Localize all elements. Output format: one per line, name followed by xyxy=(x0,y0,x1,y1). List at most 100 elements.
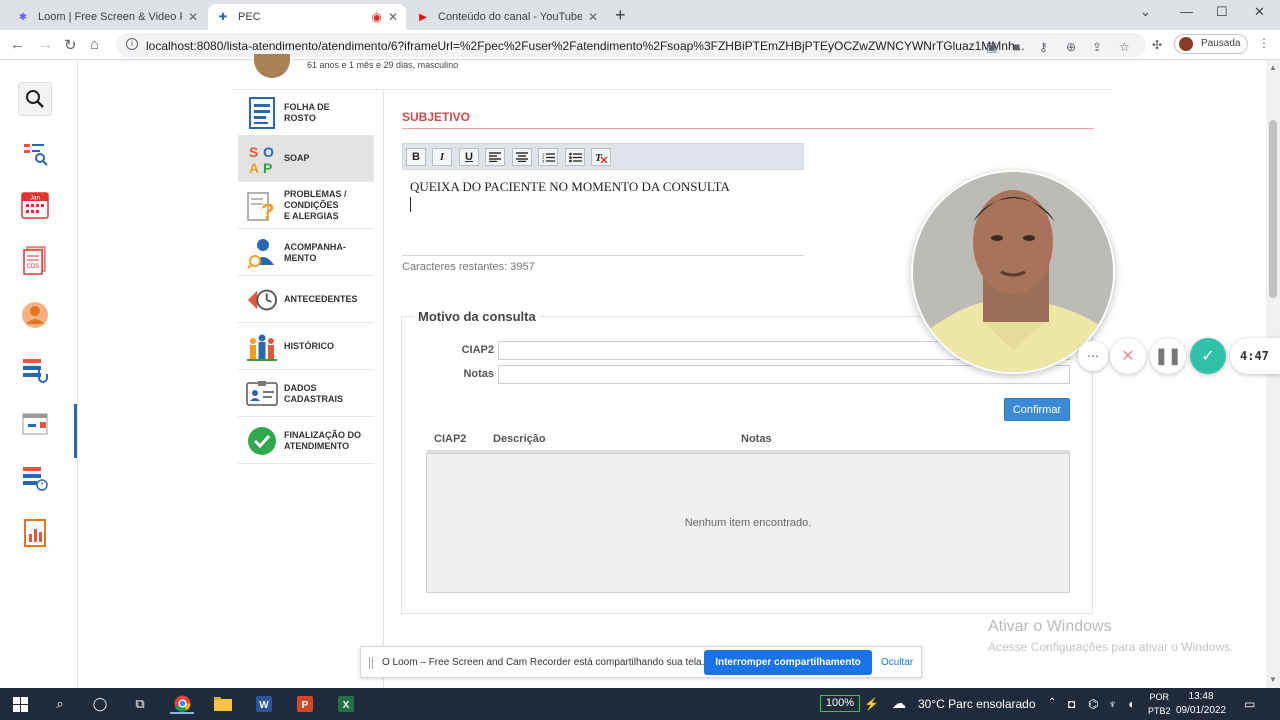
tray-app-icon[interactable]: ◘ xyxy=(1068,697,1075,711)
tab-youtube[interactable]: ▶ Conteúdo do canal - YouTube Stu ✕ xyxy=(408,4,606,30)
soap-letter-s: S xyxy=(249,144,258,160)
svg-text:?: ? xyxy=(261,199,274,222)
schedule-icon[interactable] xyxy=(18,408,52,442)
network-icon[interactable]: ⌬ xyxy=(1088,697,1098,711)
loom-cancel-icon[interactable]: ✕ xyxy=(1110,338,1146,374)
share-icon[interactable]: ⇪ xyxy=(1092,40,1102,54)
menu-soap[interactable]: S O A P SOAP xyxy=(238,136,374,182)
file-explorer-icon[interactable] xyxy=(211,694,235,714)
bold-button[interactable]: B xyxy=(406,148,426,166)
patient-avatar xyxy=(254,54,290,78)
timeline-icon[interactable] xyxy=(18,462,52,496)
close-icon[interactable]: ✕ xyxy=(588,10,598,24)
menu-finalizacao[interactable]: FINALIZAÇÃO DO ATENDIMENTO xyxy=(238,418,374,464)
loom-more-icon[interactable]: ⋯ xyxy=(1078,341,1108,371)
task-view-icon[interactable]: ⧉ xyxy=(128,694,152,714)
chrome-icon[interactable] xyxy=(170,694,194,714)
back-icon[interactable]: ← xyxy=(10,36,25,53)
drag-handle-icon[interactable] xyxy=(369,657,373,669)
word-icon[interactable]: W xyxy=(252,694,276,714)
align-center-icon[interactable] xyxy=(512,148,532,166)
reload-icon[interactable]: ↻ xyxy=(64,36,77,54)
soap-letter-p: P xyxy=(263,160,272,175)
home-icon[interactable]: ⌂ xyxy=(90,36,99,53)
menu-folha-de-rosto[interactable]: FOLHA DE ROSTO xyxy=(238,90,374,136)
weather-text[interactable]: 30°C Parc ensolarado xyxy=(918,697,1036,711)
tab-pec[interactable]: ✚ PEC ◉ ✕ xyxy=(208,4,406,30)
notas-label: Notas xyxy=(463,368,494,380)
language-indicator[interactable]: POR PTB2 xyxy=(1148,690,1171,718)
menu-icon[interactable]: ⋮ xyxy=(1258,36,1270,50)
tab-loom[interactable]: ✱ Loom | Free Screen & Video Reco ✕ xyxy=(8,4,206,30)
subjetivo-editor[interactable]: QUEIXA DO PACIENTE NO MOMENTO DA CONSULT… xyxy=(402,170,804,256)
tray-overflow-icon[interactable]: ⌃ xyxy=(1048,697,1056,708)
user-icon[interactable] xyxy=(18,298,52,332)
zoom-icon[interactable]: ⊕ xyxy=(1066,40,1076,54)
tab-title: Conteúdo do canal - YouTube Stu xyxy=(438,11,582,23)
loom-finish-icon[interactable]: ✓ xyxy=(1190,338,1226,374)
calendar-month-text: Jan xyxy=(30,196,40,202)
column-ciap2[interactable]: CIAP2 xyxy=(434,433,466,445)
notification-icon[interactable]: ▭ xyxy=(1244,697,1255,711)
search-icon[interactable]: ⌕ xyxy=(48,694,72,714)
cds-icon[interactable]: CDS xyxy=(18,244,52,278)
page-scrollbar[interactable]: ▲ ▼ xyxy=(1266,60,1280,688)
volume-icon[interactable]: ◖ xyxy=(1127,697,1134,711)
minimize-icon[interactable]: — xyxy=(1180,4,1193,19)
system-clock[interactable]: 13:48 09/01/2022 xyxy=(1176,690,1226,718)
bookmark-star-icon[interactable]: ☆ xyxy=(1119,40,1130,54)
column-notas[interactable]: Notas xyxy=(741,433,772,445)
menu-dados-cadastrais[interactable]: DADOS CADASTRAIS xyxy=(238,371,374,417)
tab-search-icon[interactable]: ⌄ xyxy=(1140,4,1151,20)
menu-historico[interactable]: HISTÓRICO xyxy=(238,324,374,370)
forward-icon[interactable]: → xyxy=(38,36,53,53)
key-icon[interactable]: ⚷ xyxy=(1039,40,1048,54)
scroll-down-icon[interactable]: ▼ xyxy=(1269,675,1277,684)
question-doc-icon: ? xyxy=(246,190,278,222)
info-icon[interactable]: i xyxy=(126,38,138,50)
patient-header: 61 anos e 1 mês e 29 dias, masculino xyxy=(232,54,1112,90)
menu-label: SOAP xyxy=(284,153,310,163)
scroll-thumb[interactable] xyxy=(1269,120,1277,298)
close-icon[interactable]: ✕ xyxy=(188,10,198,24)
document-icon xyxy=(246,96,278,129)
menu-problemas[interactable]: ? PROBLEMAS / CONDIÇÕES E ALERGIAS xyxy=(238,183,374,229)
stop-sharing-button[interactable]: Interromper compartilhamento xyxy=(704,650,872,675)
battery-indicator[interactable]: 100% xyxy=(820,695,860,712)
close-window-icon[interactable]: ✕ xyxy=(1254,4,1265,20)
table-body: Nenhum item encontrado. xyxy=(426,453,1070,593)
column-descricao[interactable]: Descrição xyxy=(493,433,546,445)
hide-button[interactable]: Ocultar xyxy=(881,657,913,668)
new-tab-icon[interactable]: + xyxy=(615,5,626,26)
italic-button[interactable]: I xyxy=(432,148,452,166)
menu-acompanhamento[interactable]: ACOMPANHA- MENTO xyxy=(238,230,374,276)
cast-icon[interactable]: ▣ xyxy=(986,40,997,54)
unordered-list-icon[interactable] xyxy=(565,148,585,166)
excel-icon[interactable]: X xyxy=(334,694,358,714)
loom-pause-icon[interactable]: ❚❚ xyxy=(1150,338,1186,374)
maximize-icon[interactable]: ☐ xyxy=(1216,4,1228,20)
extensions-icon[interactable]: ✣ xyxy=(1152,38,1162,52)
calendar-icon[interactable]: Jan xyxy=(18,188,52,222)
align-left-icon[interactable] xyxy=(485,148,505,166)
cortana-icon[interactable]: ◯ xyxy=(88,694,112,714)
close-icon[interactable]: ✕ xyxy=(388,10,398,24)
camera-icon[interactable]: ■ xyxy=(1013,40,1020,54)
underline-button[interactable]: U xyxy=(459,148,479,166)
profile-button[interactable]: Pausada xyxy=(1174,34,1248,54)
menu-antecedentes[interactable]: ANTECEDENTES xyxy=(238,277,374,323)
ordered-list-icon[interactable]: 123 xyxy=(538,148,558,166)
reports-icon[interactable] xyxy=(18,516,52,550)
scroll-up-icon[interactable]: ▲ xyxy=(1269,63,1277,72)
microphone-icon[interactable]: ♆ xyxy=(1108,697,1117,711)
powerpoint-icon[interactable]: P xyxy=(293,694,317,714)
search-icon[interactable] xyxy=(18,82,52,116)
clear-format-icon[interactable]: T xyxy=(591,148,611,166)
text-caret xyxy=(410,197,411,212)
confirm-button[interactable]: Confirmar xyxy=(1004,398,1070,421)
weather-icon[interactable]: ☁ xyxy=(892,695,906,712)
patient-search-icon[interactable] xyxy=(18,136,52,170)
svg-text:X: X xyxy=(343,700,350,711)
windows-start-icon[interactable] xyxy=(8,694,32,714)
attendance-list-icon[interactable] xyxy=(18,354,52,388)
